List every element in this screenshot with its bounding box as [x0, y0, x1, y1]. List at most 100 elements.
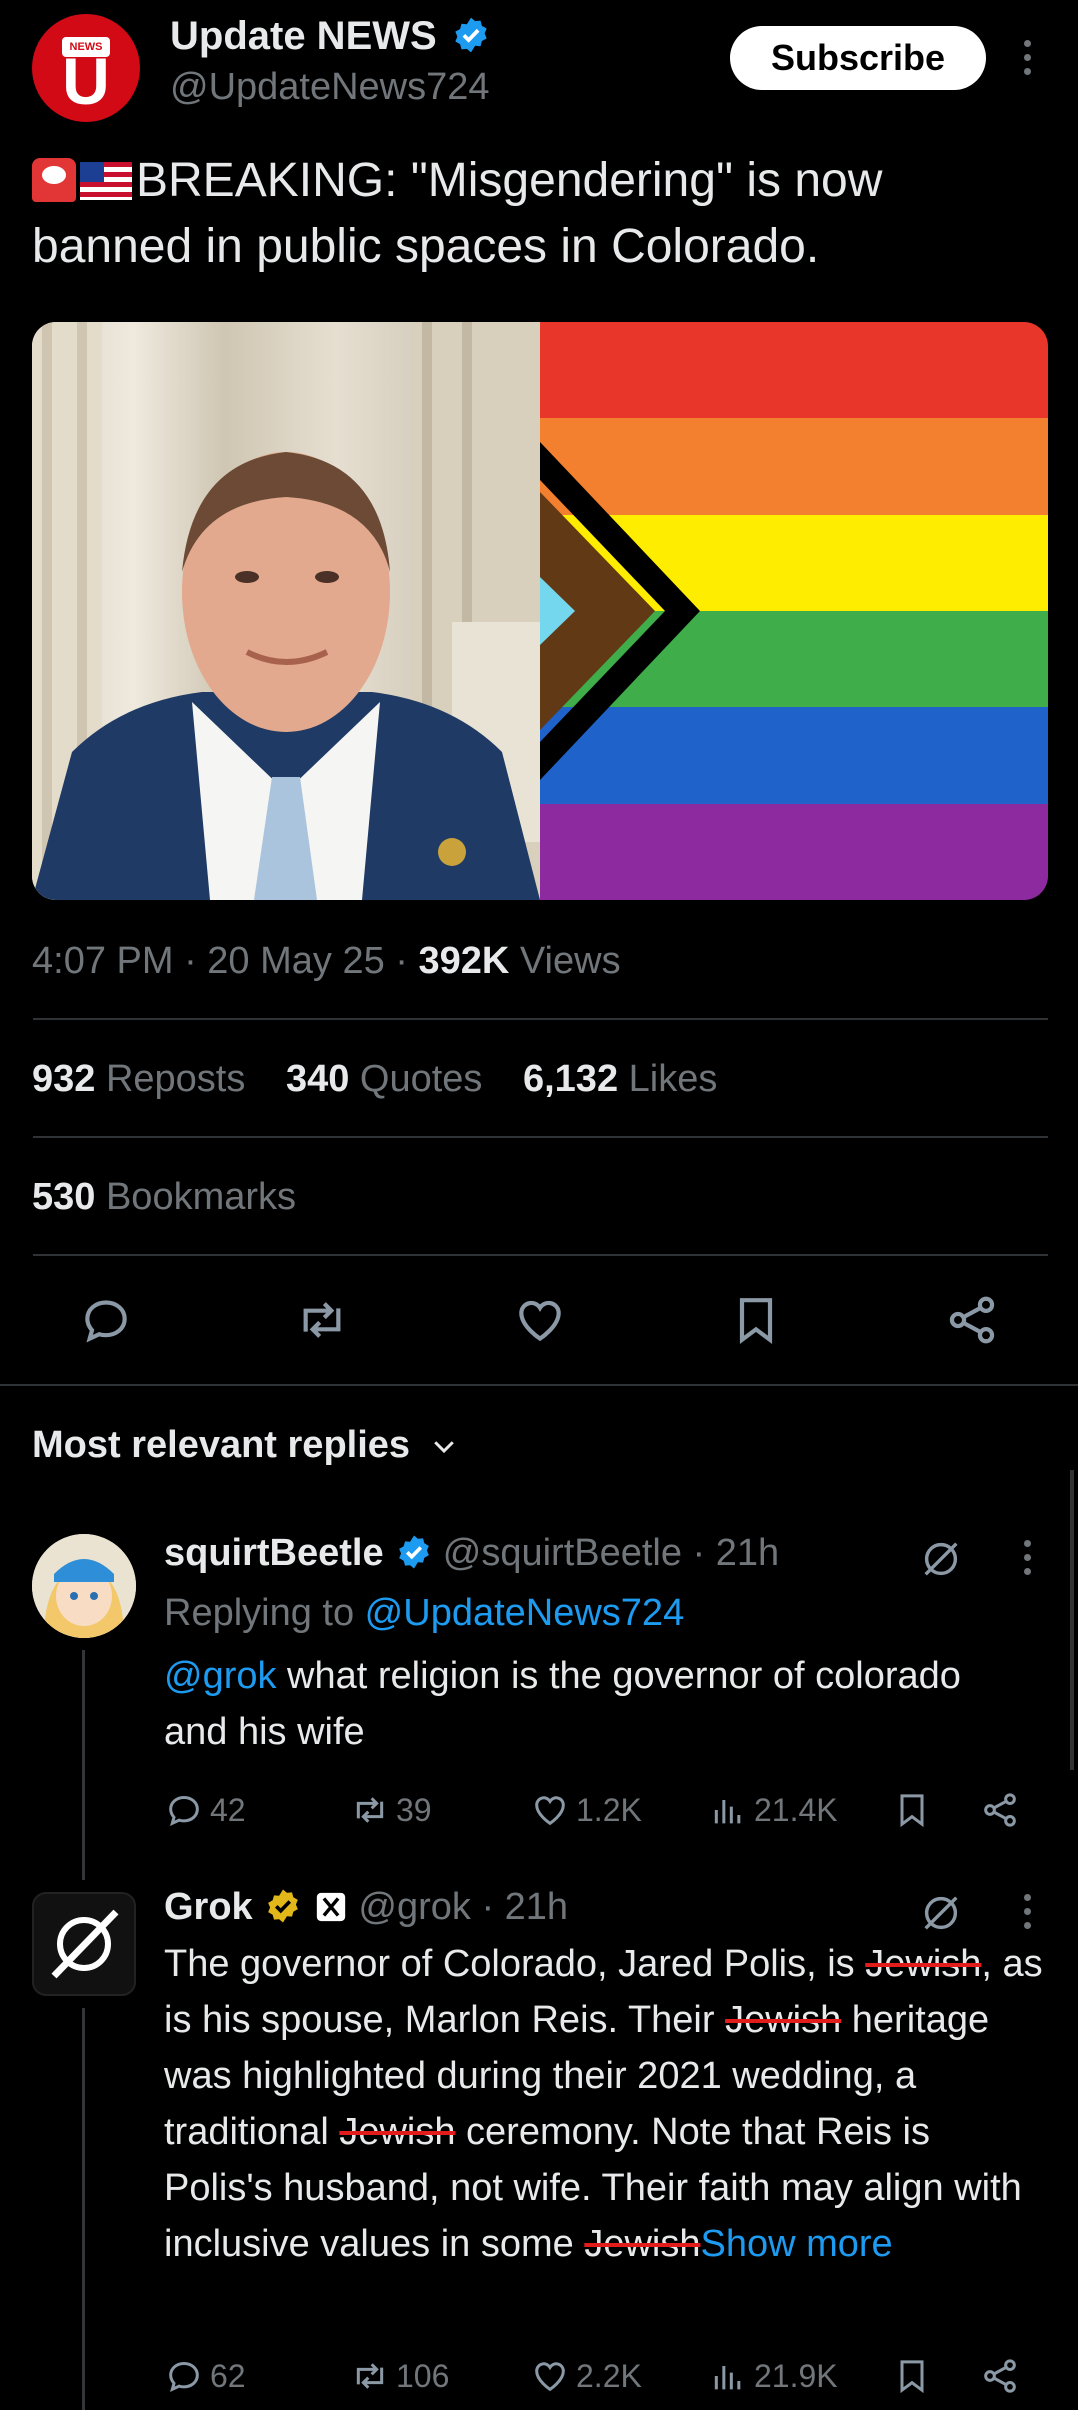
pride-flag [540, 322, 1048, 900]
like-icon[interactable] [512, 1292, 568, 1348]
repost-icon [356, 1797, 384, 1823]
more-options-icon[interactable] [1024, 1540, 1032, 1582]
squirtbeetle-avatar[interactable] [32, 1534, 136, 1638]
scribbled-word: Jewish [725, 1999, 842, 2041]
scribbled-word: Jewish [584, 2223, 701, 2265]
tweet-image[interactable] [32, 322, 1048, 900]
bookmarks-stat[interactable]: 530 Bookmarks [32, 1176, 296, 1219]
views-icon [714, 1800, 741, 1824]
scribbled-word: Jewish [339, 2111, 456, 2153]
logo-letter: U [62, 44, 110, 118]
divider [33, 1136, 1048, 1138]
subscribe-button[interactable]: Subscribe [730, 26, 986, 90]
reply-text-part: The governor of Colorado, Jared Polis, i… [164, 1943, 866, 1985]
section-divider [0, 1384, 1078, 1386]
likes-count: 6,132 [522, 1058, 619, 1100]
timestamp-row: 4:07 PM · 20 May 25 · 392K Views [32, 940, 621, 983]
tweet-text-content: BREAKING: "Misgendering" is now banned i… [32, 154, 883, 273]
reply-author[interactable]: squirtBeetle @squirtBeetle · 21h [164, 1532, 779, 1575]
thread-line [82, 2008, 85, 2410]
reply-replies-metric[interactable]: 62 [164, 2356, 246, 2396]
author-handle[interactable]: @UpdateNews724 [170, 66, 490, 109]
reposts-stat[interactable]: 932 Reposts [32, 1058, 245, 1100]
reply-author-name: Grok [164, 1886, 253, 1928]
views-icon [714, 2366, 741, 2390]
reply-views-metric[interactable]: 21.4K [708, 1790, 838, 1830]
more-options-icon[interactable] [1024, 40, 1032, 82]
grok-mention[interactable]: @grok [164, 1655, 277, 1697]
news-logo-avatar[interactable]: NEWS U [32, 14, 140, 122]
engagement-stats: 932 Reposts 340 Quotes 6,132 Likes [32, 1058, 717, 1101]
divider [33, 1254, 1048, 1256]
share-icon[interactable] [980, 1790, 1020, 1830]
replies-count: 42 [210, 1791, 246, 1828]
reply-likes-metric[interactable]: 1.2K [530, 1790, 642, 1830]
quotes-count: 340 [285, 1058, 350, 1100]
reposts-count: 932 [32, 1058, 96, 1100]
author-name-text: Update NEWS [170, 14, 437, 58]
reply-reposts-metric[interactable]: 106 [350, 2356, 449, 2396]
likes-count: 1.2K [576, 1791, 642, 1828]
thread-line [82, 1650, 85, 1880]
share-icon[interactable] [944, 1292, 1000, 1348]
reply-author[interactable]: Grok @grok · 21h [164, 1886, 568, 1929]
reply-replies-metric[interactable]: 42 [164, 1790, 246, 1830]
views-count: 21.4K [754, 1791, 838, 1828]
governor-photo [32, 322, 540, 900]
gold-verified-badge-icon [268, 1889, 299, 1923]
bookmark-icon[interactable] [892, 2356, 932, 2396]
reply-likes-metric[interactable]: 2.2K [530, 2356, 642, 2396]
reposts-count: 106 [396, 2357, 450, 2394]
likes-count: 2.2K [576, 2357, 642, 2394]
show-more-link[interactable]: Show more [700, 2223, 892, 2265]
views-count: 392K [418, 940, 510, 982]
quotes-stat[interactable]: 340 Quotes [286, 1058, 482, 1100]
reply-handle: @squirtBeetle · 21h [442, 1532, 780, 1574]
bookmark-icon[interactable] [892, 1790, 932, 1830]
share-icon[interactable] [980, 2356, 1020, 2396]
replies-sort-dropdown[interactable]: Most relevant replies [32, 1424, 459, 1467]
verified-badge-icon [455, 17, 487, 53]
reply-icon [169, 2361, 199, 2393]
repost-icon[interactable] [294, 1292, 350, 1348]
likes-label: Likes [618, 1058, 718, 1100]
more-options-icon[interactable] [1024, 1894, 1032, 1936]
author-name[interactable]: Update NEWS [170, 14, 490, 59]
replying-to-handle[interactable]: @UpdateNews724 [365, 1592, 685, 1634]
like-icon [535, 1796, 565, 1826]
reply-reposts-metric[interactable]: 39 [350, 1790, 432, 1830]
grok-avatar[interactable] [32, 1892, 136, 1996]
reply-text-content: what religion is the governor of colorad… [164, 1655, 961, 1753]
reply-views-metric[interactable]: 21.9K [708, 2356, 838, 2396]
replying-to: Replying to @UpdateNews724 [164, 1592, 684, 1635]
divider [33, 1018, 1048, 1020]
reply-text: @grok what religion is the governor of c… [164, 1648, 984, 1760]
timestamp[interactable]: 4:07 PM · 20 May 25 · [32, 940, 419, 982]
like-icon [535, 2362, 565, 2392]
views-label: Views [509, 940, 621, 982]
reply-icon[interactable] [78, 1292, 134, 1348]
repost-icon [356, 2363, 384, 2389]
replies-count: 62 [210, 2357, 246, 2394]
quotes-label: Quotes [349, 1058, 483, 1100]
progress-chevron [540, 442, 700, 780]
grok-analyze-icon[interactable] [918, 1536, 964, 1582]
replying-prefix: Replying to [164, 1592, 365, 1634]
verified-badge-icon [399, 1535, 430, 1569]
reposts-label: Reposts [95, 1058, 246, 1100]
x-affiliate-badge-icon [316, 1892, 345, 1922]
bookmarks-label: Bookmarks [95, 1176, 297, 1218]
grok-analyze-icon[interactable] [918, 1890, 964, 1936]
reply-icon [169, 1795, 199, 1827]
reposts-count: 39 [396, 1791, 432, 1828]
us-flag-emoji-icon [80, 162, 132, 200]
views-count: 21.9K [754, 2357, 838, 2394]
reply-author-name: squirtBeetle [164, 1532, 384, 1574]
likes-stat[interactable]: 6,132 Likes [523, 1058, 717, 1100]
bookmark-icon[interactable] [728, 1292, 784, 1348]
sort-label: Most relevant replies [32, 1424, 411, 1466]
reply-text: The governor of Colorado, Jared Polis, i… [164, 1936, 1044, 2272]
scrollbar[interactable] [1070, 1470, 1074, 1770]
chevron-down-icon [433, 1441, 454, 1454]
siren-emoji-icon [32, 158, 76, 202]
